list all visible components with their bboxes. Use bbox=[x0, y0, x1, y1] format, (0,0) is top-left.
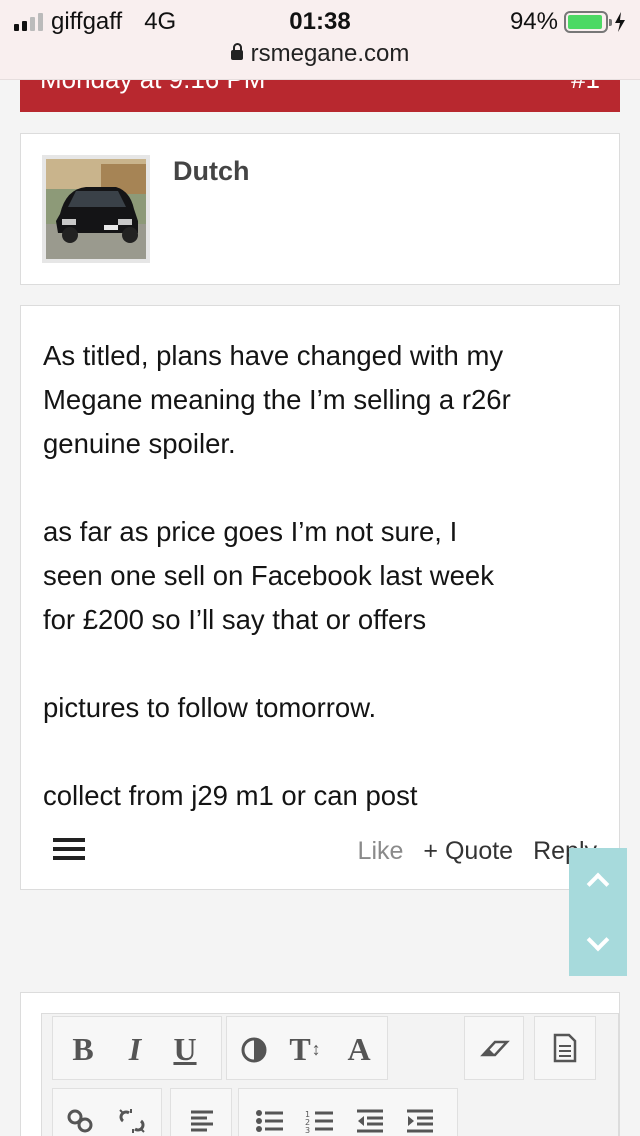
style-group: T ↕ A bbox=[226, 1016, 388, 1080]
avatar[interactable] bbox=[42, 155, 150, 263]
contrast-icon[interactable] bbox=[241, 1037, 267, 1063]
user-card: Dutch bbox=[20, 133, 620, 285]
quote-button[interactable]: + Quote bbox=[423, 837, 513, 866]
svg-text:3: 3 bbox=[305, 1126, 310, 1133]
status-bar: giffgaff 4G 01:38 94% rsmegane.com bbox=[0, 0, 640, 80]
align-icon[interactable] bbox=[189, 1109, 215, 1133]
format-group: B I U bbox=[52, 1016, 222, 1080]
charging-icon bbox=[615, 12, 625, 32]
hamburger-menu-icon[interactable] bbox=[53, 838, 85, 860]
message-paragraph: pictures to follow tomorrow. bbox=[43, 692, 377, 723]
outdent-icon[interactable] bbox=[355, 1109, 385, 1133]
text-size-button[interactable]: T ↕ bbox=[285, 1017, 325, 1081]
link-group bbox=[52, 1088, 162, 1136]
underline-button[interactable]: U bbox=[165, 1017, 205, 1081]
message-paragraph: collect from j29 m1 or can post bbox=[43, 780, 418, 811]
indent-icon[interactable] bbox=[405, 1109, 435, 1133]
font-button[interactable]: A bbox=[339, 1017, 379, 1081]
scroll-up-button[interactable] bbox=[569, 848, 627, 912]
message-paragraph: As titled, plans have changed with my Me… bbox=[43, 340, 511, 459]
like-button[interactable]: Like bbox=[358, 837, 404, 866]
battery-percent: 94% bbox=[509, 8, 558, 35]
editor-toolbar: B I U T ↕ A 123 bbox=[41, 1013, 619, 1136]
chevron-up-icon bbox=[586, 872, 610, 896]
scroll-down-button[interactable] bbox=[569, 912, 627, 976]
battery-icon bbox=[564, 11, 612, 33]
list-group: 123 bbox=[238, 1088, 458, 1136]
eraser-group bbox=[464, 1016, 524, 1080]
lock-icon bbox=[230, 43, 243, 60]
italic-button[interactable]: I bbox=[115, 1017, 155, 1081]
unlink-icon[interactable] bbox=[117, 1107, 147, 1135]
battery-info: 94% bbox=[510, 8, 626, 36]
address-bar[interactable]: rsmegane.com bbox=[0, 40, 640, 68]
align-group bbox=[170, 1088, 232, 1136]
text-size-icon: T bbox=[289, 1030, 311, 1067]
car-photo bbox=[46, 159, 146, 259]
scroll-buttons bbox=[569, 848, 627, 976]
eraser-icon[interactable] bbox=[479, 1039, 511, 1059]
post-body: As titled, plans have changed with my Me… bbox=[20, 305, 620, 890]
username[interactable]: Dutch bbox=[173, 156, 250, 187]
bullet-list-icon[interactable] bbox=[255, 1109, 285, 1133]
post-message: As titled, plans have changed with my Me… bbox=[43, 334, 603, 862]
message-paragraph: as far as price goes I’m not sure, I see… bbox=[43, 516, 494, 635]
post-actions: Like + Quote Reply bbox=[358, 837, 597, 866]
chevron-down-icon bbox=[586, 928, 610, 952]
url-text: rsmegane.com bbox=[250, 40, 410, 67]
bold-button[interactable]: B bbox=[63, 1017, 103, 1081]
document-icon[interactable] bbox=[553, 1033, 577, 1063]
numbered-list-icon[interactable]: 123 bbox=[305, 1109, 335, 1133]
source-group bbox=[534, 1016, 596, 1080]
reply-editor: B I U T ↕ A 123 bbox=[20, 992, 620, 1136]
link-icon[interactable] bbox=[65, 1107, 95, 1135]
